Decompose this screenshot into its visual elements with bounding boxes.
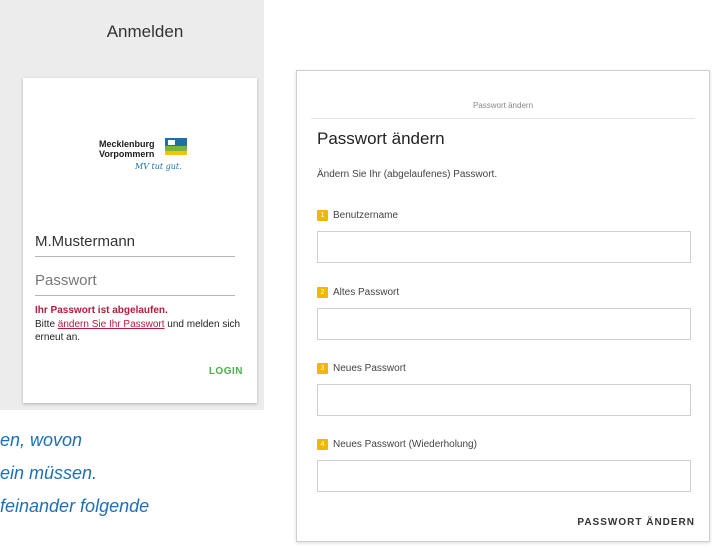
change-password-card: Passwort ändern Passwort ändern Ändern S…	[296, 70, 710, 542]
change-password-link[interactable]: ändern Sie Ihr Passwort	[58, 319, 165, 330]
new-password-input[interactable]	[317, 384, 691, 416]
username-label: 1 Benutzername	[317, 210, 398, 221]
caption-line-1: en, wovon	[0, 430, 83, 450]
new-password-label: 3 Neues Passwort	[317, 363, 406, 374]
mv-flag-icon	[165, 138, 187, 155]
logo-line1: Mecklenburg	[99, 139, 155, 149]
login-button[interactable]: LOGIN	[209, 366, 243, 377]
mv-logo: Mecklenburg Vorpommern MV tut gut.	[99, 134, 199, 178]
change-password-button[interactable]: PASSWORT ÄNDERN	[577, 517, 695, 528]
new-password-label-text: Neues Passwort	[333, 363, 406, 374]
divider	[311, 118, 695, 119]
logo-slogan: MV tut gut.	[135, 162, 182, 171]
login-card: Mecklenburg Vorpommern MV tut gut. M.Mus…	[23, 78, 257, 403]
logo-line2: Vorpommern	[99, 149, 155, 159]
repeat-password-label: 4 Neues Passwort (Wiederholung)	[317, 439, 477, 450]
old-password-label: 2 Altes Passwort	[317, 287, 399, 298]
old-password-label-text: Altes Passwort	[333, 287, 400, 298]
password-field[interactable]: Passwort	[35, 272, 235, 296]
breadcrumb: Passwort ändern	[472, 101, 534, 110]
step-badge-3: 3	[317, 363, 328, 374]
password-expired-error: Ihr Passwort ist abgelaufen.	[35, 305, 168, 316]
step-badge-4: 4	[317, 439, 328, 450]
caption-line-3: feinander folgende	[0, 496, 150, 516]
password-expired-hint: Bitte ändern Sie Ihr Passwort und melden…	[35, 318, 245, 344]
repeat-password-input[interactable]	[317, 460, 691, 492]
username-label-text: Benutzername	[333, 210, 399, 221]
step-badge-2: 2	[317, 287, 328, 298]
step-badge-1: 1	[317, 210, 328, 221]
username-field[interactable]: M.Mustermann	[35, 233, 235, 257]
repeat-password-label-text: Neues Passwort (Wiederholung)	[333, 439, 477, 450]
username-input[interactable]	[317, 231, 691, 263]
page-title: Passwort ändern	[317, 129, 445, 148]
page-description: Ändern Sie Ihr (abgelaufenes) Passwort.	[317, 169, 498, 180]
login-title: Anmelden	[106, 22, 184, 41]
old-password-input[interactable]	[317, 308, 691, 340]
login-panel: Anmelden Mecklenburg Vorpommern MV tut g…	[0, 0, 264, 410]
caption-line-2: ein müssen.	[0, 463, 98, 483]
hint-prefix: Bitte	[35, 319, 58, 330]
